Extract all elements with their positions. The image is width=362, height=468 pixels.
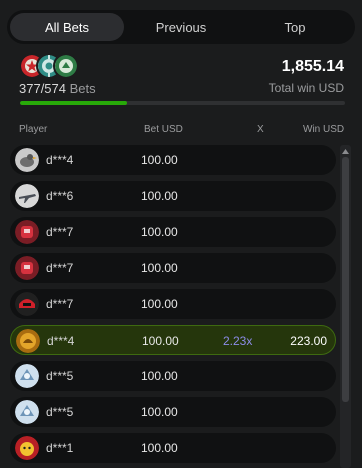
bet-row: d***4 100.00 2.23x 223.00: [10, 325, 336, 355]
bets-list: d***4 100.00 d***6 100.00 d***7 100.00 d***7 10…: [10, 145, 336, 468]
total-win-label: Total win USD: [268, 81, 344, 95]
player-name: d***1: [46, 441, 74, 455]
bet-row: d***7 100.00: [10, 217, 336, 247]
scrollbar-thumb[interactable]: [342, 157, 349, 402]
bets-count-label: Bets: [69, 81, 96, 96]
player-name: d***5: [46, 405, 74, 419]
player-name: d***4: [47, 334, 75, 348]
bet-amount: 100.00: [141, 297, 178, 311]
bet-amount: 100.00: [141, 405, 178, 419]
column-player: Player: [19, 124, 48, 135]
red-robot-avatar-icon: [15, 256, 39, 280]
green-chip-avatar-icon: [53, 53, 79, 79]
player-name: d***5: [46, 369, 74, 383]
bets-count: 377/574 Bets: [19, 81, 96, 96]
bet-amount: 100.00: [141, 225, 178, 239]
bets-tabs: All Bets Previous Top: [7, 10, 355, 44]
bet-amount: 100.00: [141, 369, 178, 383]
bets-progress-bar: [20, 101, 345, 105]
win-amount: 223.00: [290, 334, 327, 348]
top-players-avatars: [19, 53, 79, 79]
red-helmet-avatar-icon: [15, 292, 39, 316]
player-name: d***7: [46, 225, 74, 239]
bet-row: d***5 100.00: [10, 361, 336, 391]
bet-row: d***1 100.00: [10, 433, 336, 463]
total-win-value: 1,855.14: [281, 58, 344, 75]
red-robot-avatar-icon: [15, 220, 39, 244]
tab-previous[interactable]: Previous: [124, 13, 238, 41]
bets-panel: All Bets Previous Top 377/574 Bets 1,855…: [0, 0, 362, 468]
scrollbar[interactable]: [340, 145, 351, 468]
bets-count-value: 377/574: [19, 81, 66, 96]
bets-progress-fill: [20, 101, 128, 105]
column-bet: Bet USD: [144, 124, 183, 135]
column-multiplier: X: [257, 124, 264, 135]
scroll-up-arrow-icon[interactable]: [341, 147, 350, 155]
bet-amount: 100.00: [141, 153, 178, 167]
column-win: Win USD: [303, 124, 345, 135]
tab-top[interactable]: Top: [238, 13, 352, 41]
player-name: d***7: [46, 297, 74, 311]
gold-avatar-icon: [16, 329, 40, 353]
player-name: d***6: [46, 189, 74, 203]
bet-row: d***7 100.00: [10, 289, 336, 319]
player-name: d***4: [46, 153, 74, 167]
bets-summary: 377/574 Bets 1,855.14 Total win USD: [12, 50, 352, 112]
bird-avatar-icon: [15, 148, 39, 172]
column-headers: Player Bet USD X Win USD: [0, 124, 362, 138]
yellow-face-avatar-icon: [15, 436, 39, 460]
bet-amount: 100.00: [141, 441, 178, 455]
player-name: d***7: [46, 261, 74, 275]
blue-robot-avatar-icon: [15, 400, 39, 424]
bet-row: d***4 100.00: [10, 145, 336, 175]
bet-amount: 100.00: [142, 334, 179, 348]
bet-amount: 100.00: [141, 189, 178, 203]
bet-row: d***5 100.00: [10, 397, 336, 427]
bet-row: d***6 100.00: [10, 181, 336, 211]
blue-robot-avatar-icon: [15, 364, 39, 388]
bet-amount: 100.00: [141, 261, 178, 275]
bet-row: d***7 100.00: [10, 253, 336, 283]
jet-avatar-icon: [15, 184, 39, 208]
cashout-multiplier: 2.23x: [223, 334, 253, 348]
tab-all-bets[interactable]: All Bets: [10, 13, 124, 41]
